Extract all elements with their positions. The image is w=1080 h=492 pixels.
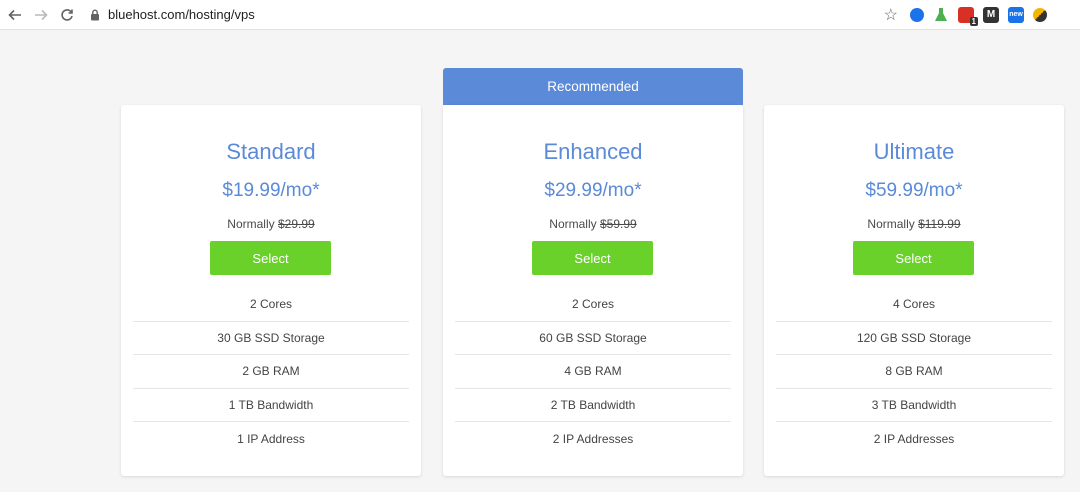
feature-item: 1 TB Bandwidth — [133, 389, 409, 422]
feature-item: 2 IP Addresses — [873, 431, 955, 446]
normal-price: Normally $119.99 — [764, 217, 1064, 231]
extension-blue-icon[interactable] — [910, 7, 924, 22]
original-price: $29.99 — [277, 217, 315, 231]
extension-red-badge-icon[interactable]: 1 — [958, 6, 978, 26]
normal-price: Normally $59.99 — [443, 217, 743, 231]
plan-card-enhanced: Enhanced $29.99/mo* Normally $59.99 Sele… — [443, 105, 743, 476]
feature-item: 3 TB Bandwidth — [776, 389, 1052, 422]
forward-arrow-icon[interactable] — [28, 2, 54, 28]
normally-label: Normally — [867, 217, 915, 231]
feature-list: 2 Cores 60 GB SSD Storage 4 GB RAM 2 TB … — [455, 288, 731, 456]
extension-new-icon[interactable]: new — [1008, 6, 1024, 23]
feature-item: 4 GB RAM — [455, 355, 731, 389]
feature-item: 2 TB Bandwidth — [455, 389, 731, 422]
feature-item: 2 GB RAM — [133, 355, 409, 389]
plan-card-standard: Standard $19.99/mo* Normally $29.99 Sele… — [121, 105, 421, 476]
extension-m-icon[interactable]: M — [983, 6, 999, 23]
recommended-banner: Recommended — [443, 68, 743, 105]
plan-name: Ultimate — [873, 139, 955, 164]
feature-item: 2 Cores — [455, 288, 731, 322]
feature-item: 120 GB SSD Storage — [776, 322, 1052, 355]
back-arrow-icon[interactable] — [2, 2, 28, 28]
feature-item: 2 IP Addresses — [552, 431, 634, 446]
select-standard-button[interactable]: Select — [210, 241, 331, 275]
plan-name: Standard — [226, 139, 316, 164]
lock-icon — [88, 8, 102, 22]
feature-item: 30 GB SSD Storage — [133, 322, 409, 355]
plan-card-ultimate: Ultimate $59.99/mo* Normally $119.99 Sel… — [764, 105, 1064, 476]
normal-price: Normally $29.99 — [121, 217, 421, 231]
bookmark-star-icon[interactable]: ☆ — [884, 5, 898, 25]
feature-item: 8 GB RAM — [776, 355, 1052, 389]
select-enhanced-button[interactable]: Select — [532, 241, 653, 275]
plan-name: Enhanced — [543, 139, 643, 164]
feature-list: 2 Cores 30 GB SSD Storage 2 GB RAM 1 TB … — [133, 288, 409, 456]
normally-label: Normally — [549, 217, 597, 231]
plan-price: $19.99/mo* — [222, 180, 320, 201]
feature-item: 2 Cores — [133, 288, 409, 322]
extension-multicolor-icon[interactable] — [1033, 7, 1047, 22]
plan-price: $59.99/mo* — [865, 180, 963, 201]
reload-icon[interactable] — [54, 2, 80, 28]
extension-badge-count: 1 — [969, 16, 978, 26]
address-bar[interactable]: bluehost.com/hosting/vps ☆ — [88, 0, 910, 30]
feature-item: 1 IP Address — [237, 431, 305, 446]
original-price: $59.99 — [599, 217, 637, 231]
feature-item: 4 Cores — [776, 288, 1052, 322]
select-ultimate-button[interactable]: Select — [853, 241, 974, 275]
plan-price: $29.99/mo* — [544, 180, 642, 201]
extension-flask-icon[interactable] — [933, 7, 949, 23]
feature-list: 4 Cores 120 GB SSD Storage 8 GB RAM 3 TB… — [776, 288, 1052, 456]
original-price: $119.99 — [918, 217, 961, 231]
normally-label: Normally — [227, 217, 275, 231]
browser-toolbar: bluehost.com/hosting/vps ☆ 1 M new — [0, 0, 1080, 30]
extensions-bar: 1 M new — [910, 6, 1047, 26]
feature-item: 60 GB SSD Storage — [455, 322, 731, 355]
url-text: bluehost.com/hosting/vps — [108, 7, 255, 22]
